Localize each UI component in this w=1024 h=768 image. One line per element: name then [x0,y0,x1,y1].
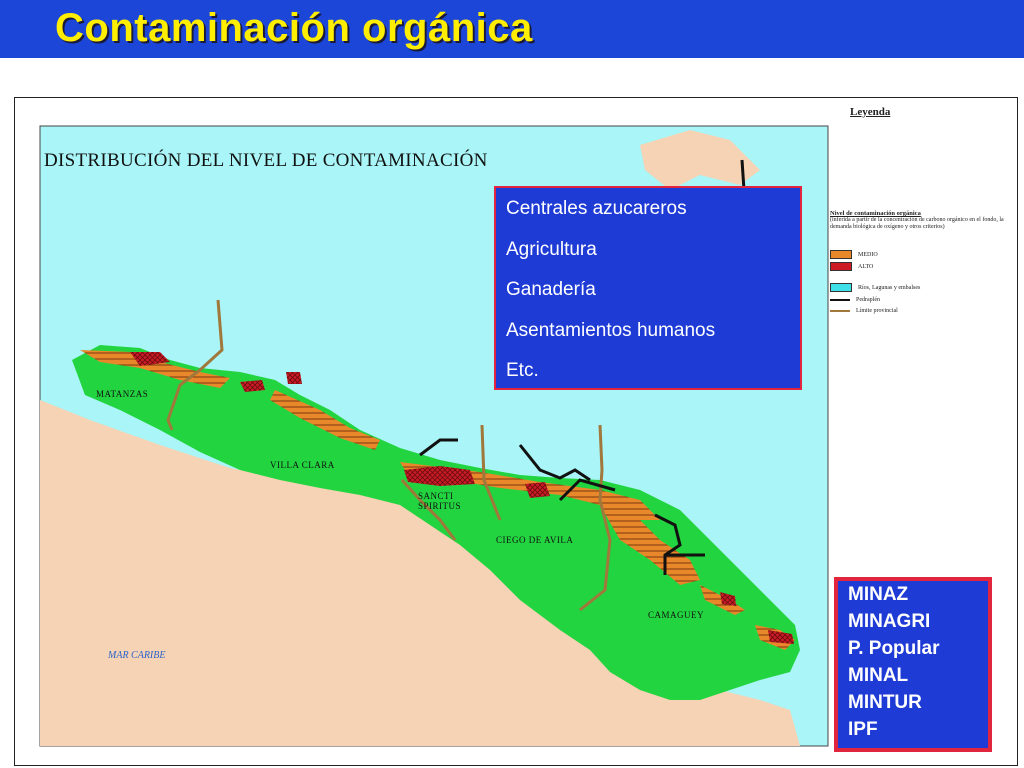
legend-line-causeway [830,299,850,301]
legend-swatch-rivers [830,283,852,292]
province-label-villa-clara: VILLA CLARA [270,460,335,470]
institutions-box: MINAZ MINAGRI P. Popular MINAL MINTUR IP… [834,577,992,752]
legend-line-boundary [830,310,850,312]
legend-description: Nivel de contaminación orgánica (inferid… [830,210,1010,231]
legend-heading: Nivel de contaminación orgánica [830,210,921,217]
legend-item-causeway: Pedraplén [830,297,880,303]
legend-swatch-alto [830,262,852,271]
legend-item-rivers: Ríos, Lagunas y embalses [830,283,920,292]
institution-item: MINAL [848,665,909,686]
map-title: DISTRIBUCIÓN DEL NIVEL DE CONTAMINACIÓN [44,150,488,171]
institution-item: IPF [848,719,878,740]
legend-label: Ríos, Lagunas y embalses [858,284,921,291]
institution-item: MINAZ [848,584,909,605]
zone-high-3 [286,372,302,384]
institution-item: P. Popular [848,638,940,659]
legend-item-boundary: Límite provincial [830,308,898,314]
legend-title: Leyenda [850,106,891,118]
province-label-ciego-de-avila: CIEGO DE AVILA [496,535,574,545]
source-item: Etc. [506,360,539,381]
legend-label: Pedraplén [856,297,880,303]
pollution-sources-box: Centrales azucareros Agricultura Ganader… [494,186,802,390]
province-label-matanzas: MATANZAS [96,389,149,399]
institution-item: MINAGRI [848,611,931,632]
source-item: Agricultura [506,238,597,260]
sea-label: MAR CARIBE [108,650,166,661]
legend-label: MEDIO [858,251,878,258]
legend-item-medio: MEDIO [830,250,878,259]
source-item: Centrales azucareros [506,198,687,219]
province-label-sancti-spiritus: SANCTI SPIRITUS [418,491,462,511]
legend-subtext: (inferida a partir de la concentración d… [830,217,1004,230]
legend-item-alto: ALTO [830,262,873,271]
source-item: Asentamientos humanos [506,319,716,341]
source-item: Ganadería [506,279,596,300]
legend-label: ALTO [858,263,874,270]
legend-label: Límite provincial [856,308,898,314]
province-label-camaguey: CAMAGUEY [648,610,705,620]
legend-swatch-medio [830,250,852,259]
institution-item: MINTUR [848,692,922,713]
